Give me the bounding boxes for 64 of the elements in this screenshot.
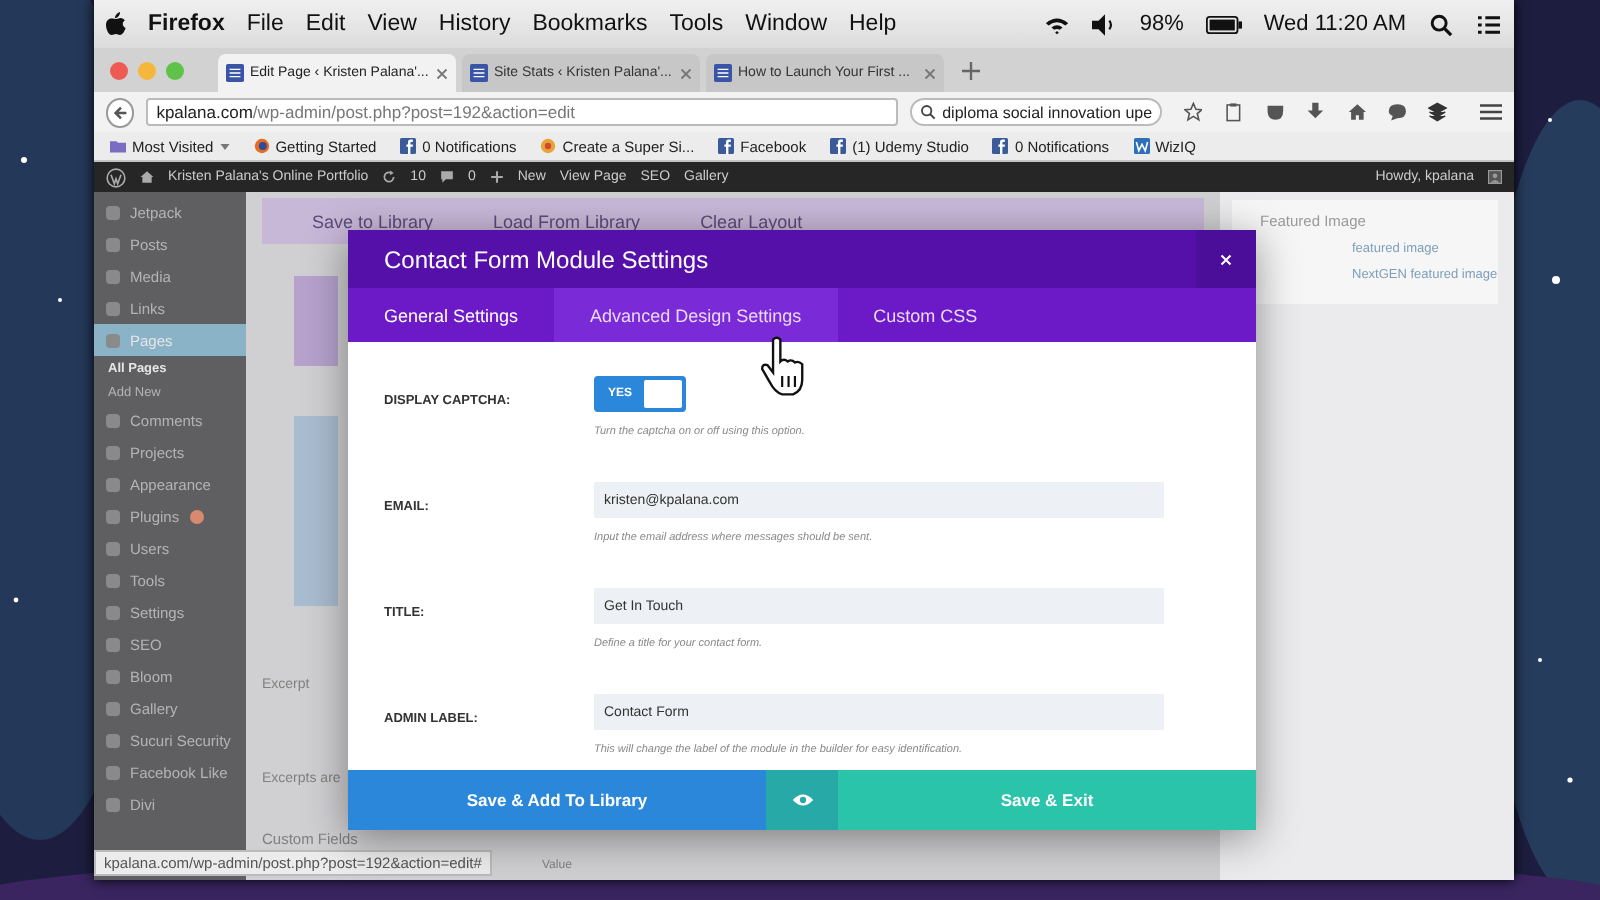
address-field[interactable]: kpalana.com/wp-admin/post.php?post=192&action=edit [146,98,899,126]
search-icon [920,104,937,120]
back-button[interactable] [106,97,135,127]
close-icon[interactable] [680,67,692,79]
list-icon[interactable] [1476,13,1502,35]
facebook-icon [400,138,417,154]
clock[interactable]: Wed 11:20 AM [1263,12,1406,36]
battery-icon[interactable] [1205,13,1242,35]
wordpress-icon[interactable] [106,167,126,187]
home-icon[interactable] [1347,102,1366,122]
close-icon[interactable] [924,67,936,79]
builder-button[interactable]: Clear Layout [700,211,803,231]
menu-item[interactable]: Help [849,12,897,36]
settings-tab[interactable]: General Settings [348,288,555,342]
menu-icon[interactable] [1479,102,1502,122]
volume-icon[interactable] [1091,13,1118,35]
menu-item[interactable]: Edit [305,12,346,36]
menu-item[interactable]: File [246,12,284,36]
w-logo-icon [1133,138,1150,154]
refresh-icon [382,170,397,184]
search-icon[interactable] [1428,13,1454,35]
page-icon [470,64,488,82]
builder-button[interactable]: Save to Library [312,211,434,231]
globe-icon [253,138,270,154]
circle-icon [540,138,557,154]
menu-item[interactable]: Tools [669,12,724,36]
page-icon [714,64,732,82]
menu-item[interactable]: View [367,12,417,36]
menu-item[interactable]: Bookmarks [532,12,648,36]
close-icon [1220,253,1232,265]
search-field[interactable]: diploma social innovation upe [910,98,1163,126]
hand-cursor-icon [760,336,808,398]
facebook-icon [830,138,847,154]
folder-icon [110,138,126,154]
modal-title: Contact Form Module Settings [382,245,711,273]
download-icon[interactable] [1306,102,1326,122]
facebook-icon [992,138,1009,154]
wifi-icon[interactable] [1043,13,1070,35]
eye-icon [791,792,813,808]
settings-tab[interactable]: Advanced Design Settings [554,288,838,342]
shield-icon[interactable] [1265,102,1285,122]
builder-button[interactable]: Load From Library [493,211,641,231]
home-icon [140,170,154,184]
layers-icon[interactable] [1428,102,1448,122]
star-icon[interactable] [1184,102,1203,122]
apple-icon[interactable] [106,12,126,36]
arrow-left-icon [111,103,130,121]
new-tab-icon[interactable] [962,61,980,79]
facebook-icon [718,138,735,154]
chat-icon[interactable] [1387,102,1407,122]
battery-percentage: 98% [1139,12,1184,36]
menu-item[interactable]: History [438,12,511,36]
close-icon[interactable] [436,67,448,79]
preview-button[interactable] [766,770,838,830]
save-to-library-button[interactable]: Save & Add To Library [348,770,766,830]
app-menu[interactable]: Firefox [148,12,225,36]
page-icon [226,64,244,82]
speech-bubble-icon [439,170,454,184]
plus-icon [489,170,504,184]
avatar-icon[interactable] [1488,170,1502,184]
menu-item[interactable]: Window [745,12,827,36]
caret-icon [219,143,230,149]
clipboard-icon[interactable] [1224,102,1244,122]
settings-tab[interactable]: Custom CSS [837,288,1014,342]
